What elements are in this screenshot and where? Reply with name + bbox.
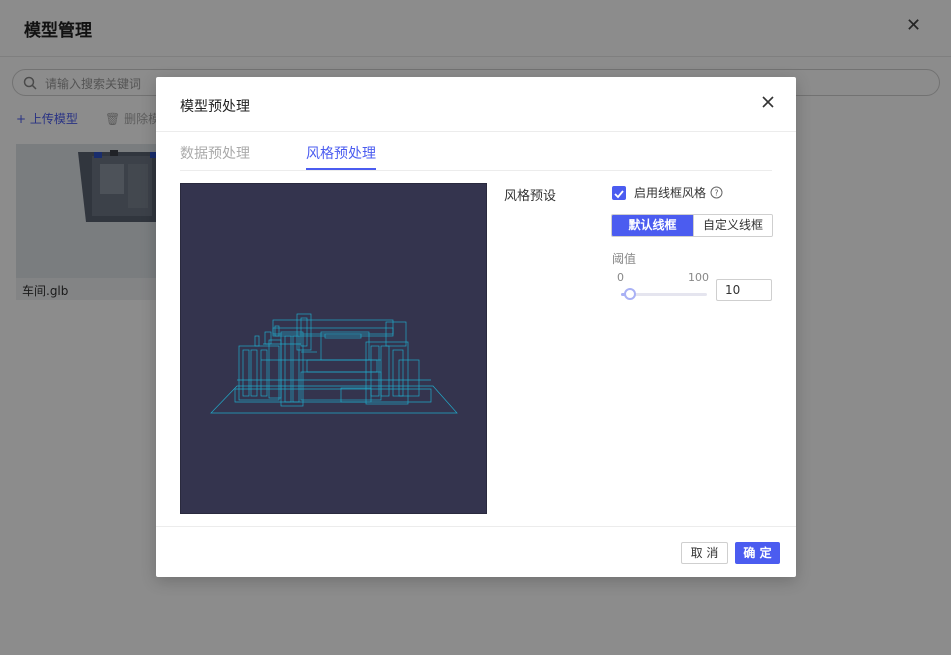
- model-preview-viewport[interactable]: [180, 183, 487, 514]
- cancel-button[interactable]: 取 消: [681, 542, 728, 564]
- wireframe-checkbox[interactable]: [612, 186, 626, 200]
- mode-default-wireframe[interactable]: 默认线框: [612, 215, 693, 236]
- active-tab-indicator: [306, 168, 376, 170]
- wireframe-mode-toggle: 默认线框 自定义线框: [611, 214, 773, 237]
- dialog-tabs: 数据预处理 风格预处理: [180, 133, 772, 171]
- threshold-min: 0: [617, 271, 624, 284]
- mode-custom-wireframe[interactable]: 自定义线框: [693, 215, 772, 236]
- style-preset-label: 风格预设: [504, 189, 557, 204]
- checkmark-icon: [614, 190, 624, 199]
- wireframe-checkbox-label[interactable]: 启用线框风格: [634, 184, 706, 201]
- tab-data-preprocess[interactable]: 数据预处理: [180, 143, 250, 171]
- threshold-input[interactable]: 10: [716, 279, 772, 301]
- help-icon[interactable]: ?: [710, 186, 723, 199]
- tab-style-preprocess[interactable]: 风格预处理: [306, 143, 376, 171]
- threshold-label: 阈值: [612, 252, 637, 266]
- dialog-title: 模型预处理: [180, 99, 250, 115]
- svg-text:?: ?: [714, 189, 718, 198]
- preprocess-dialog: 模型预处理 数据预处理 风格预处理 风格预设 启用线框风格 ? 默认线框 自定义…: [156, 77, 796, 577]
- threshold-slider-thumb[interactable]: [623, 288, 636, 300]
- dialog-footer: 取 消 确 定: [156, 526, 796, 577]
- wireframe-model-render: [210, 313, 458, 414]
- close-icon[interactable]: [760, 94, 776, 110]
- dialog-header: 模型预处理: [156, 77, 796, 132]
- ok-button[interactable]: 确 定: [735, 542, 780, 564]
- threshold-max: 100: [688, 271, 709, 284]
